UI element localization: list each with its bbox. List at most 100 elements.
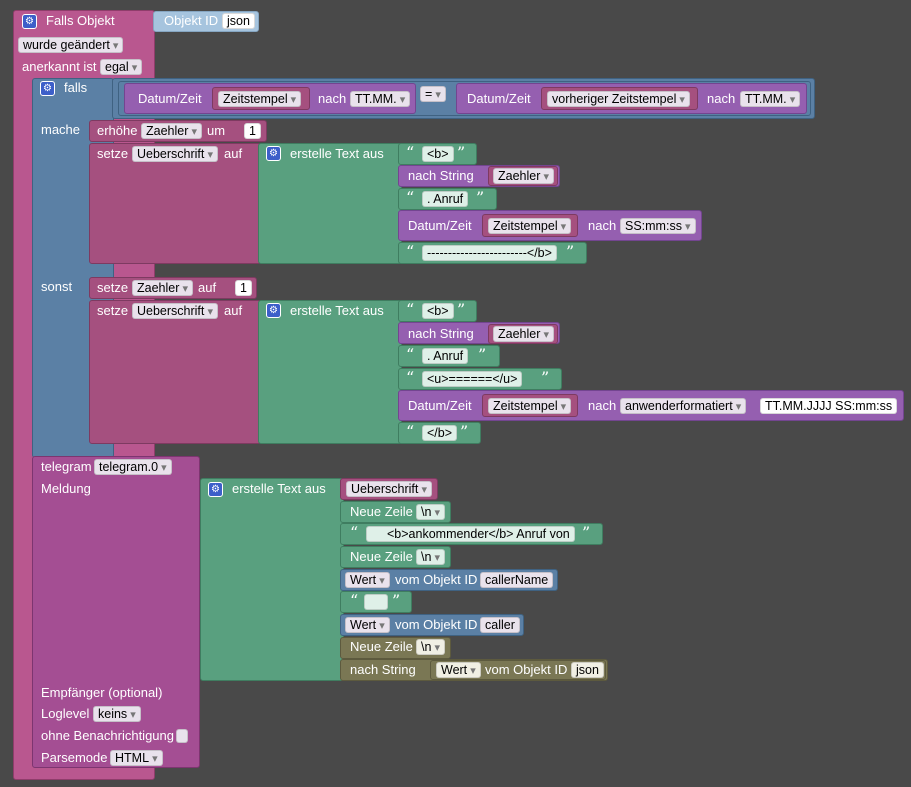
of-object-label: vom Objekt ID: [395, 572, 478, 587]
text-value[interactable]: <u>======</u>: [422, 371, 523, 387]
quote-close: ”: [541, 368, 550, 387]
custom-format-field[interactable]: TT.MM.JJJJ SS:mm:ss: [760, 398, 898, 414]
newline-dropdown[interactable]: \n: [416, 504, 446, 520]
value-dropdown[interactable]: Wert: [345, 572, 390, 588]
do-label: mache: [41, 122, 81, 137]
set-var-dropdown[interactable]: Ueberschrift: [132, 146, 218, 162]
format-right-dropdown[interactable]: TT.MM.: [740, 91, 801, 107]
to-label: auf: [198, 280, 217, 295]
counter-value-field[interactable]: 1: [235, 280, 252, 296]
to-label: auf: [224, 303, 243, 318]
text-value[interactable]: ------------------------</b>: [422, 245, 557, 261]
quote-close: ”: [476, 188, 485, 207]
format-dropdown[interactable]: SS:mm:ss: [620, 218, 696, 234]
var-zeitstempel-dropdown[interactable]: Zeitstempel: [488, 218, 572, 234]
text-value[interactable]: . Anruf: [422, 191, 469, 207]
quote-close: ”: [457, 300, 466, 319]
increment-var-dropdown[interactable]: Zaehler: [141, 123, 202, 139]
quote-open: “: [406, 143, 415, 162]
loglevel-dropdown[interactable]: keins: [93, 706, 141, 722]
var-zeitstempel-dropdown[interactable]: Zeitstempel: [488, 398, 572, 414]
if-label: falls: [64, 80, 88, 95]
newline-dropdown[interactable]: \n: [416, 549, 446, 565]
quote-close: ”: [582, 523, 591, 542]
gear-icon[interactable]: ⚙: [266, 146, 281, 161]
create-text-block[interactable]: [200, 478, 344, 681]
quote-close: ”: [392, 591, 401, 610]
quote-open: “: [406, 345, 415, 364]
var-zeitstempel-dropdown[interactable]: Zeitstempel: [218, 91, 302, 107]
quote-open: “: [406, 368, 415, 387]
var-dropdown[interactable]: Zaehler: [493, 168, 554, 184]
to-string-label: nach String: [408, 168, 474, 183]
quote-open: “: [406, 300, 415, 319]
silent-label: ohne Benachrichtigung: [41, 728, 174, 743]
format-left-dropdown[interactable]: TT.MM.: [350, 91, 411, 107]
var-dropdown[interactable]: Zaehler: [493, 326, 554, 342]
var-previous-dropdown[interactable]: vorheriger Zeitstempel: [547, 91, 690, 107]
loglevel-label: Loglevel: [41, 706, 90, 721]
quote-close: ”: [478, 345, 487, 364]
datetime-label: Datum/Zeit: [467, 91, 531, 106]
var-dropdown[interactable]: Ueberschrift: [346, 481, 432, 497]
quote-open: “: [406, 242, 415, 261]
set-var-dropdown[interactable]: Ueberschrift: [132, 303, 218, 319]
by-label: um: [207, 123, 226, 138]
newline-label: Neue Zeile: [350, 549, 413, 564]
after-label: nach: [318, 91, 347, 106]
newline-label: Neue Zeile: [350, 639, 413, 654]
parsemode-label: Parsemode: [41, 750, 108, 765]
text-value[interactable]: <b>: [422, 303, 454, 319]
object-id-value[interactable]: json: [222, 13, 255, 29]
silent-checkbox[interactable]: [176, 729, 188, 743]
changed-dropdown[interactable]: wurde geändert: [18, 37, 124, 53]
create-text-block[interactable]: [258, 300, 402, 444]
trigger-title: Falls Objekt: [46, 13, 115, 28]
newline-dropdown[interactable]: \n: [416, 639, 446, 655]
quote-close: ”: [460, 422, 469, 441]
create-text-label: erstelle Text aus: [290, 303, 384, 318]
increment-label: erhöhe: [97, 123, 138, 138]
of-object-label: vom Objekt ID: [395, 617, 478, 632]
newline-label: Neue Zeile: [350, 504, 413, 519]
object-id-field[interactable]: callerName: [480, 572, 554, 588]
telegram-instance-dropdown[interactable]: telegram.0: [94, 459, 172, 475]
text-value[interactable]: <b>ankommender</b> Anruf von: [366, 526, 575, 542]
after-label: nach: [707, 91, 736, 106]
datetime-label: Datum/Zeit: [138, 91, 202, 106]
create-text-label: erstelle Text aus: [232, 481, 326, 496]
text-value[interactable]: <b>: [422, 146, 454, 162]
text-value[interactable]: </b>: [422, 425, 458, 441]
quote-open: “: [350, 591, 359, 610]
counter-var-dropdown[interactable]: Zaehler: [132, 280, 193, 296]
set-label: setze: [97, 146, 129, 161]
of-object-label: vom Objekt ID: [485, 662, 568, 677]
value-dropdown[interactable]: Wert: [436, 662, 481, 678]
gear-icon[interactable]: ⚙: [22, 14, 37, 29]
ack-label: anerkannt ist: [22, 59, 97, 74]
gear-icon[interactable]: ⚙: [266, 303, 281, 318]
format-dropdown[interactable]: anwenderformatiert: [620, 398, 747, 414]
set-title-block[interactable]: [89, 300, 261, 444]
object-id-field[interactable]: caller: [480, 617, 520, 633]
by-value-field[interactable]: 1: [244, 123, 261, 139]
quote-open: “: [350, 523, 359, 542]
object-id-label: Objekt ID: [164, 13, 219, 28]
value-dropdown[interactable]: Wert: [345, 617, 390, 633]
else-label: sonst: [41, 279, 73, 294]
gear-icon[interactable]: ⚙: [208, 482, 223, 497]
ack-dropdown[interactable]: egal: [100, 59, 143, 75]
object-id-field[interactable]: json: [571, 662, 604, 678]
operator-dropdown[interactable]: =: [420, 86, 446, 102]
message-label: Meldung: [41, 481, 91, 496]
datetime-label: Datum/Zeit: [408, 218, 472, 233]
to-string-label: nach String: [408, 326, 474, 341]
parsemode-dropdown[interactable]: HTML: [110, 750, 163, 766]
empty-text-value[interactable]: [364, 594, 388, 610]
create-text-label: erstelle Text aus: [290, 146, 384, 161]
text-value[interactable]: . Anruf: [422, 348, 469, 364]
telegram-label: telegram: [41, 459, 92, 474]
gear-icon[interactable]: ⚙: [40, 81, 55, 96]
set-label: setze: [97, 280, 129, 295]
quote-open: “: [406, 422, 415, 441]
